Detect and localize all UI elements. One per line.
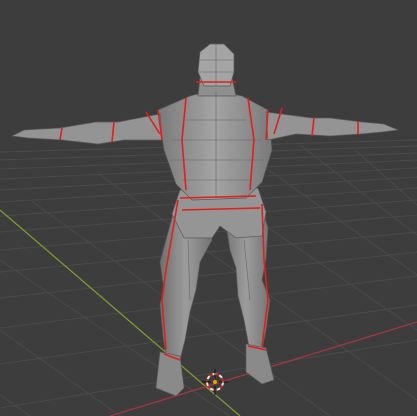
left-foot [155, 351, 185, 397]
left-arm [11, 113, 163, 145]
character-mesh[interactable] [11, 43, 399, 397]
3d-viewport[interactable] [0, 0, 417, 416]
right-arm [265, 111, 399, 141]
3d-cursor-icon[interactable] [202, 369, 228, 395]
torso [157, 89, 273, 201]
viewport-canvas[interactable] [0, 0, 417, 416]
right-foot [245, 343, 275, 385]
